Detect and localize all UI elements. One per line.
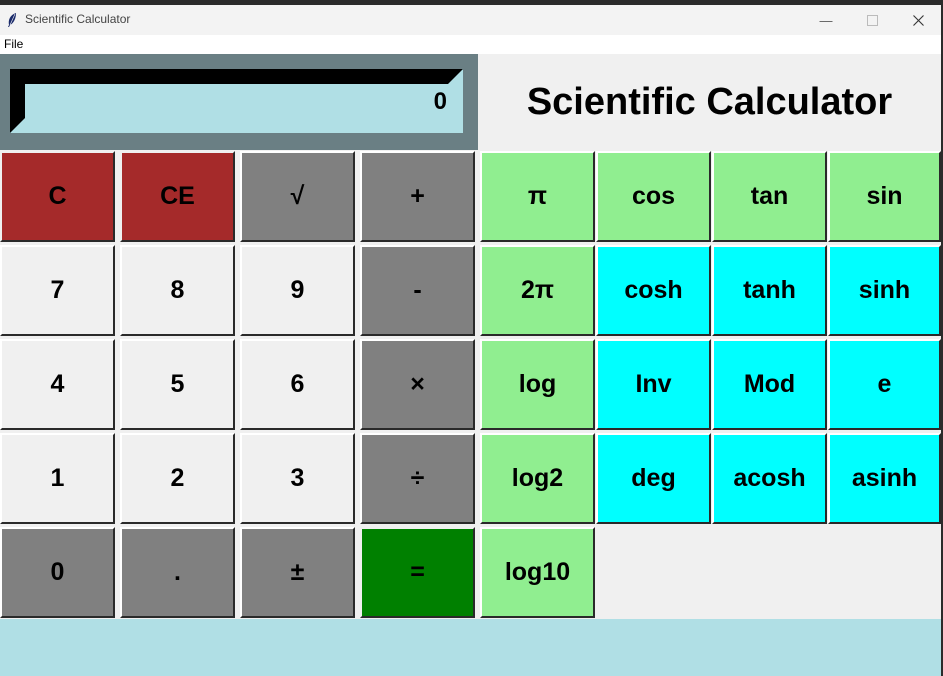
pi-button[interactable]: π — [480, 151, 595, 242]
calculator-window: Scientific Calculator — File 0 Scientifi… — [0, 5, 941, 676]
digit-5-button[interactable]: 5 — [120, 339, 235, 430]
deg-button[interactable]: deg — [596, 433, 711, 524]
clear-button[interactable]: C — [0, 151, 115, 242]
log10-button[interactable]: log10 — [480, 527, 595, 618]
digit-0-button[interactable]: 0 — [0, 527, 115, 618]
digit-4-button[interactable]: 4 — [0, 339, 115, 430]
sqrt-button[interactable]: √ — [240, 151, 355, 242]
mod-button[interactable]: Mod — [712, 339, 827, 430]
minimize-button[interactable]: — — [803, 5, 849, 35]
sin-button[interactable]: sin — [828, 151, 941, 242]
multiply-button[interactable]: × — [360, 339, 475, 430]
digit-7-button[interactable]: 7 — [0, 245, 115, 336]
title-bar: Scientific Calculator — — [0, 5, 941, 35]
cosh-button[interactable]: cosh — [596, 245, 711, 336]
page-title: Scientific Calculator — [526, 80, 893, 123]
minimize-icon: — — [819, 12, 833, 28]
close-button[interactable] — [895, 5, 941, 35]
digit-8-button[interactable]: 8 — [120, 245, 235, 336]
display-value: 0 — [433, 88, 447, 115]
maximize-button[interactable] — [849, 5, 895, 35]
inverse-button[interactable]: Inv — [596, 339, 711, 430]
log2-button[interactable]: log2 — [480, 433, 595, 524]
digit-9-button[interactable]: 9 — [240, 245, 355, 336]
two-pi-button[interactable]: 2π — [480, 245, 595, 336]
display-field[interactable]: 0 — [10, 69, 463, 133]
log-button[interactable]: log — [480, 339, 595, 430]
window-title: Scientific Calculator — [25, 12, 131, 26]
add-button[interactable]: + — [360, 151, 475, 242]
acosh-button[interactable]: acosh — [712, 433, 827, 524]
equals-button[interactable]: = — [360, 527, 475, 618]
menu-file[interactable]: File — [4, 37, 23, 51]
close-icon — [912, 14, 924, 26]
tan-button[interactable]: tan — [712, 151, 827, 242]
tanh-button[interactable]: tanh — [712, 245, 827, 336]
digit-6-button[interactable]: 6 — [240, 339, 355, 430]
digit-3-button[interactable]: 3 — [240, 433, 355, 524]
digit-2-button[interactable]: 2 — [120, 433, 235, 524]
asinh-button[interactable]: asinh — [828, 433, 941, 524]
digit-1-button[interactable]: 1 — [0, 433, 115, 524]
sinh-button[interactable]: sinh — [828, 245, 941, 336]
decimal-button[interactable]: . — [120, 527, 235, 618]
e-button[interactable]: e — [828, 339, 941, 430]
bottom-bar — [0, 619, 941, 676]
display-panel: 0 — [0, 54, 478, 150]
sign-toggle-button[interactable]: ± — [240, 527, 355, 618]
subtract-button[interactable]: - — [360, 245, 475, 336]
feather-icon — [8, 13, 16, 27]
maximize-icon — [866, 14, 878, 26]
clear-entry-button[interactable]: CE — [120, 151, 235, 242]
cos-button[interactable]: cos — [596, 151, 711, 242]
divide-button[interactable]: ÷ — [360, 433, 475, 524]
menu-bar: File — [0, 35, 941, 54]
